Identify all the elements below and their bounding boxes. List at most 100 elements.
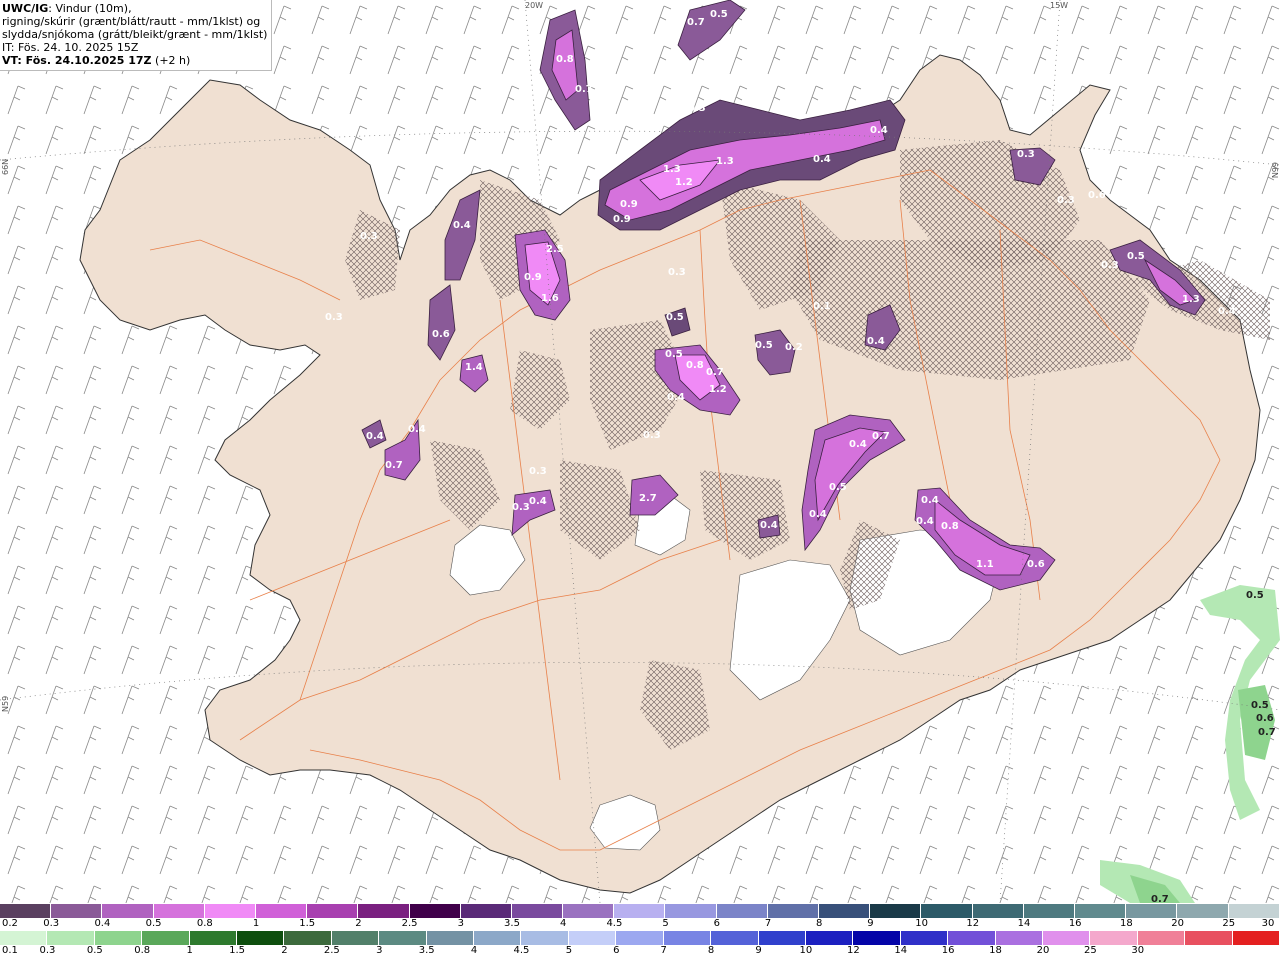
snow-scale-tick-label: 14	[1017, 918, 1031, 929]
precip-label: 2.7	[639, 493, 657, 504]
rain-scale-tick-label: 25	[1083, 945, 1097, 956]
rain-scale-swatch	[1232, 931, 1280, 945]
precip-label: 2.5	[546, 244, 564, 255]
rain-scale-tick-label: 8	[707, 945, 715, 956]
precip-label: 0.3	[688, 103, 706, 114]
precip-label: 0.5	[755, 340, 773, 351]
snow-scale-tick-label: 1	[252, 918, 260, 929]
precip-label: 0.3	[1017, 149, 1035, 160]
rain-scale-swatch	[1042, 931, 1091, 945]
snow-scale-tick-label: 1.5	[299, 918, 316, 929]
snow-scale-swatch	[921, 904, 973, 918]
snow-scale-swatch	[307, 904, 359, 918]
snow-scale-swatch	[563, 904, 615, 918]
title-line-2: rigning/skúrir (grænt/blátt/rautt - mm/1…	[2, 15, 261, 28]
snow-scale-swatch	[767, 904, 819, 918]
precip-label: 0.6	[1088, 190, 1106, 201]
precip-label: 1.4	[465, 362, 483, 373]
snow-scale-swatch	[0, 904, 52, 918]
precip-label: 1.2	[709, 384, 727, 395]
precip-label: 0.7	[1151, 894, 1169, 903]
snow-scale-swatch	[255, 904, 308, 918]
precip-label: 0.4	[667, 392, 685, 403]
title-line-1: UWC/IG: Vindur (10m),	[2, 2, 132, 15]
snow-scale-tick-label: 5	[662, 918, 669, 929]
rain-scale-swatch	[284, 931, 332, 945]
map-title-box: UWC/IG: Vindur (10m), rigning/skúrir (gr…	[0, 0, 273, 71]
snow-scale-swatch	[972, 904, 1024, 918]
precip-label: 0.4	[867, 336, 885, 347]
rain-scale-tick-label: 12	[846, 945, 860, 956]
snow-scale-tick-label: 0.4	[94, 918, 111, 929]
rain-scale-tick-label: 2	[281, 945, 288, 956]
rain-scale-swatch	[47, 931, 95, 945]
snow-scale-swatch	[102, 904, 154, 918]
rain-scale-swatch	[474, 931, 522, 945]
precip-label: 1.2	[675, 177, 693, 188]
snow-scale-swatch	[1177, 904, 1229, 918]
precip-label: 0.4	[870, 125, 888, 136]
rain-scale-swatch	[948, 931, 996, 945]
snow-scale-tick-label: 6	[713, 918, 720, 929]
precip-label: 1.3	[1182, 294, 1200, 305]
snow-scale-swatch	[409, 904, 461, 918]
rain-scale-tick-label: 9	[755, 945, 762, 956]
precip-label: 1.1	[976, 559, 994, 570]
precip-label: 0.5	[1251, 700, 1269, 711]
snow-scale-tick-label: 4.5	[606, 918, 623, 929]
precip-label: 0.7	[872, 431, 890, 442]
rain-scale-tick-label: 1.5	[229, 945, 245, 956]
precip-label: 0.1	[813, 301, 831, 312]
precip-label: 0.3	[325, 312, 343, 323]
precip-label: 0.7	[687, 17, 705, 28]
precip-label: 0.4	[849, 439, 867, 450]
rain-scale-swatch	[331, 931, 380, 945]
precip-label: 0.3	[668, 267, 686, 278]
rain-scale-tick-label: 14	[894, 945, 908, 956]
rain-scale-swatch	[995, 931, 1043, 945]
precip-label: 0.5	[666, 312, 684, 323]
snow-scale-tick-label: 0.2	[2, 918, 18, 929]
snow-scale-swatch	[819, 904, 871, 918]
rain-scale-swatch	[711, 931, 759, 945]
rain-scale-tick-label: 1	[186, 945, 193, 956]
snow-scale-tick-label: 3.5	[504, 918, 520, 929]
precip-label: 0.5	[1246, 590, 1264, 601]
precip-label: 0.5	[1127, 251, 1145, 262]
precip-label: 0.6	[1256, 713, 1274, 724]
rain-scale-tick-label: 2.5	[323, 945, 340, 956]
rain-scale-swatch	[426, 931, 475, 945]
rain-scale-swatch	[853, 931, 901, 945]
snow-scale-tick-label: 30	[1261, 918, 1275, 929]
rain-scale-tick-label: 18	[989, 945, 1002, 956]
weather-map: 20W 15W 66N N59 66N 0.5 0.7 0.8 0.7 0.3 …	[0, 0, 1280, 903]
rain-scale-swatch	[1090, 931, 1138, 945]
precip-label: 0.4	[408, 424, 426, 435]
precip-label: 0.8	[941, 521, 959, 532]
rain-scale-tick-label: 7	[660, 945, 667, 956]
rain-scale-swatch	[1185, 931, 1233, 945]
precip-label: 0.4	[921, 495, 939, 506]
rain-scale-swatch	[616, 931, 664, 945]
precip-label: 0.4	[1218, 306, 1236, 317]
grid-label-66n-left: 66N	[1, 159, 10, 175]
rain-scale-swatch	[758, 931, 806, 945]
precip-label: 0.3	[1101, 260, 1119, 271]
snow-scale-tick-label: 4	[560, 918, 567, 929]
title-line-4: IT: Fös. 24. 10. 2025 15Z	[2, 41, 139, 54]
rain-scale-swatch	[805, 931, 854, 945]
precip-label: 0.7	[385, 460, 403, 471]
precip-label: 0.7	[706, 367, 724, 378]
precip-label: 0.9	[613, 214, 631, 225]
snow-color-scale: 0.2 0.3 0.4 0.5 0.8 1 1.5 2 2.5 3 3.5 4 4.5 5 6 7 8 9 10 12…	[0, 904, 1280, 932]
rain-scale-swatch	[568, 931, 617, 945]
precip-label: 0.7	[1258, 727, 1276, 738]
rain-scale-tick-label: 3.5	[418, 945, 435, 956]
precip-label: 0.3	[512, 502, 530, 513]
precip-label: 0.3	[360, 231, 378, 242]
precip-label: 0.4	[760, 520, 778, 531]
snow-scale-swatch	[153, 904, 205, 918]
rain-scale-tick-label: 4.5	[513, 945, 530, 956]
rain-scale-tick-label: 0.8	[134, 945, 151, 956]
title-line-5: VT: Fös. 24.10.2025 17Z (+2 h)	[2, 54, 191, 67]
